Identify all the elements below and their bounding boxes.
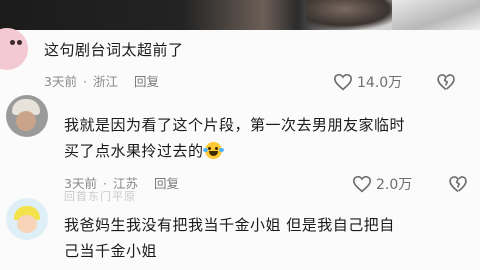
like-button[interactable]: 2.0万 [352, 174, 412, 194]
reply-button[interactable]: 回复 [154, 176, 179, 191]
comment-text: 我就是因为看了这个片段，第一次去男朋友家临时 买了点水果拎过去的 [64, 116, 406, 160]
heart-icon [333, 73, 353, 91]
like-count: 2.0万 [376, 177, 413, 193]
comments-screen: 这句剧台词太超前了 3天前 · 浙江 回复 14.0万 我就是因为看了这个片段，第一次… [0, 0, 480, 270]
dislike-icon[interactable] [436, 72, 456, 92]
like-count: 14.0万 [357, 75, 403, 91]
video-preview[interactable] [0, 0, 480, 30]
comment-text: 这句剧台词太超前了 [44, 41, 184, 59]
dislike-icon[interactable] [448, 174, 468, 194]
comment-time: 3天前 [44, 74, 77, 89]
crying-laughing-emoji-icon [202, 142, 224, 159]
like-button[interactable]: 14.0万 [333, 72, 402, 92]
heart-icon [352, 175, 372, 193]
reply-button[interactable]: 回复 [134, 74, 159, 89]
avatar[interactable] [6, 198, 48, 240]
comment-location: 浙江 [92, 74, 118, 89]
comment-meta: 3天前 · 浙江 回复 [44, 74, 159, 89]
comment-username[interactable]: 回首东门平原 [64, 188, 136, 204]
comment-text: 我爸妈生我没有把我当千金小姐 但是我自己把自 己当千金小姐 [64, 216, 395, 260]
avatar[interactable] [6, 95, 48, 137]
avatar[interactable] [0, 28, 28, 70]
